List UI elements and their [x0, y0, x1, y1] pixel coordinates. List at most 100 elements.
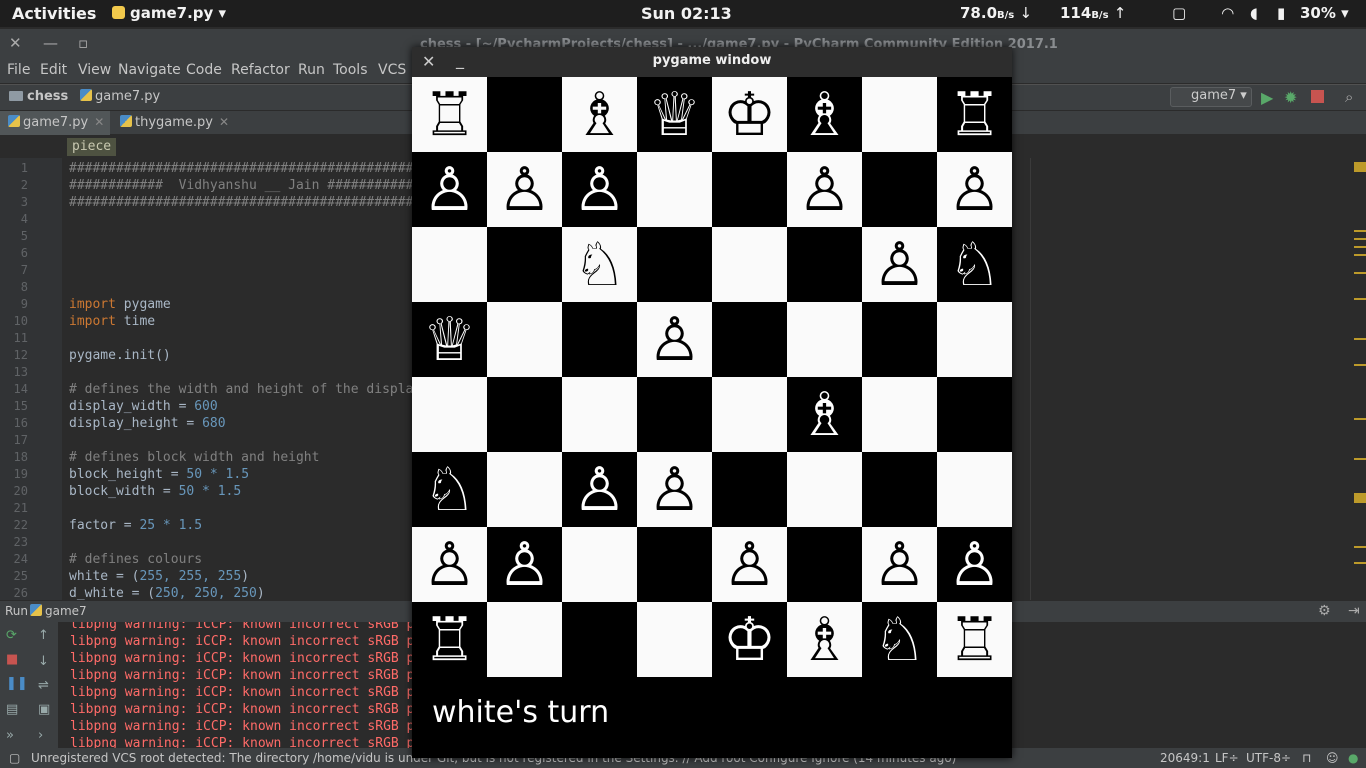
activities-button[interactable]: Activities [12, 4, 96, 23]
board-square[interactable]: ♙ [862, 227, 937, 302]
bishop-piece-icon[interactable]: ♗ [798, 85, 852, 145]
board-square[interactable] [862, 302, 937, 377]
run-icon[interactable]: ▶ [1261, 88, 1273, 107]
board-square[interactable]: ♕ [412, 302, 487, 377]
board-square[interactable] [712, 152, 787, 227]
board-square[interactable] [712, 302, 787, 377]
board-square[interactable]: ♙ [787, 152, 862, 227]
board-square[interactable]: ♙ [862, 527, 937, 602]
board-square[interactable] [562, 377, 637, 452]
rook-piece-icon[interactable]: ♖ [948, 85, 1002, 145]
volume-icon[interactable]: ◖ [1250, 4, 1258, 22]
editor-scrollbar[interactable] [1351, 158, 1366, 600]
pygame-window[interactable]: ✕ _ pygame window ♖ ♗ ♕ ♔ ♗ ♖ ♙ ♙ ♙ ♙ ♙ ♘ ♙ ♘ ♕ ♙ ♗ ♘ ♙ ♙ ♙ ♙… [412, 47, 1012, 758]
inspector-icon[interactable]: ☺ [1326, 751, 1339, 765]
board-square[interactable] [862, 452, 937, 527]
board-square[interactable]: ♙ [637, 452, 712, 527]
bishop-piece-icon[interactable]: ♗ [573, 85, 627, 145]
board-square[interactable] [637, 602, 712, 677]
stop-icon[interactable] [1311, 90, 1324, 103]
battery-percent[interactable]: 30% ▾ [1300, 4, 1349, 22]
layout-icon[interactable]: ▤ [6, 702, 18, 717]
menu-edit[interactable]: Edit [40, 62, 67, 78]
caret-position[interactable]: 20649:1 [1160, 751, 1210, 765]
menu-navigate[interactable]: Navigate [118, 62, 181, 78]
file-encoding[interactable]: UTF-8÷ [1246, 751, 1291, 765]
board-square[interactable]: ♕ [637, 77, 712, 152]
breadcrumb-project[interactable]: chess [9, 89, 68, 104]
board-square[interactable]: ♖ [412, 77, 487, 152]
board-square[interactable]: ♗ [787, 602, 862, 677]
board-square[interactable]: ♙ [412, 527, 487, 602]
pawn-piece-icon[interactable]: ♙ [798, 160, 852, 220]
close-icon[interactable]: ✕ [9, 34, 22, 52]
wifi-icon[interactable]: ◠ [1222, 4, 1234, 22]
run-configuration-select[interactable]: game7 ▾ [1170, 87, 1252, 107]
close-tab-icon[interactable]: ✕ [94, 115, 104, 129]
queen-piece-icon[interactable]: ♕ [423, 310, 477, 370]
tab-game7[interactable]: game7.py ✕ [0, 111, 111, 135]
board-square[interactable] [787, 227, 862, 302]
board-square[interactable] [937, 452, 1012, 527]
lock-icon[interactable]: ⊓ [1302, 751, 1311, 765]
menu-run[interactable]: Run [298, 62, 325, 78]
board-square[interactable]: ♔ [712, 77, 787, 152]
pawn-piece-icon[interactable]: ♙ [423, 535, 477, 595]
code-breadcrumb-piece[interactable]: piece [67, 138, 117, 156]
board-square[interactable]: ♗ [562, 77, 637, 152]
soft-wrap-icon[interactable]: ⇌ [38, 678, 49, 693]
board-square[interactable] [862, 377, 937, 452]
board-square[interactable] [637, 527, 712, 602]
clock[interactable]: Sun 02:13 [641, 4, 732, 23]
pawn-piece-icon[interactable]: ♙ [948, 535, 1002, 595]
rook-piece-icon[interactable]: ♖ [948, 610, 1002, 670]
app-menu[interactable]: game7.py ▾ [112, 4, 226, 22]
board-square[interactable] [562, 602, 637, 677]
board-square[interactable]: ♙ [487, 152, 562, 227]
board-square[interactable]: ♖ [937, 602, 1012, 677]
board-square[interactable] [637, 227, 712, 302]
board-square[interactable] [487, 452, 562, 527]
pawn-piece-icon[interactable]: ♙ [498, 160, 552, 220]
board-square[interactable] [487, 302, 562, 377]
battery-icon[interactable]: ▮ [1277, 4, 1285, 22]
board-square[interactable] [787, 527, 862, 602]
print-icon[interactable]: › [38, 728, 43, 743]
tab-thygame[interactable]: thygame.py ✕ [112, 111, 235, 135]
line-separator[interactable]: LF÷ [1215, 751, 1239, 765]
bishop-piece-icon[interactable]: ♗ [798, 385, 852, 445]
board-square[interactable] [487, 377, 562, 452]
menu-view[interactable]: View [78, 62, 111, 78]
minimize-icon[interactable]: _ [456, 50, 464, 69]
scroll-down-icon[interactable]: ↓ [38, 654, 49, 669]
knight-piece-icon[interactable]: ♘ [873, 610, 927, 670]
board-square[interactable]: ♖ [412, 602, 487, 677]
maximize-icon[interactable]: ▫ [78, 34, 88, 52]
board-square[interactable]: ♙ [562, 452, 637, 527]
menu-file[interactable]: File [7, 62, 30, 78]
run-panel-target[interactable]: game7 [30, 604, 87, 618]
rook-piece-icon[interactable]: ♖ [423, 610, 477, 670]
board-square[interactable]: ♔ [712, 602, 787, 677]
clipboard-icon[interactable]: ▢ [1172, 4, 1186, 22]
close-tab-icon[interactable]: ✕ [219, 115, 229, 129]
board-square[interactable] [712, 377, 787, 452]
pawn-piece-icon[interactable]: ♙ [723, 535, 777, 595]
rook-piece-icon[interactable]: ♖ [423, 85, 477, 145]
knight-piece-icon[interactable]: ♘ [573, 235, 627, 295]
board-square[interactable] [712, 227, 787, 302]
board-square[interactable]: ♙ [712, 527, 787, 602]
board-square[interactable]: ♗ [787, 377, 862, 452]
board-square[interactable]: ♘ [562, 227, 637, 302]
board-square[interactable] [487, 77, 562, 152]
scroll-up-icon[interactable]: ↑ [38, 628, 49, 643]
menu-tools[interactable]: Tools [333, 62, 368, 78]
more-icon[interactable]: » [6, 728, 14, 743]
board-square[interactable] [937, 302, 1012, 377]
board-square[interactable]: ♙ [937, 152, 1012, 227]
pause-icon[interactable]: ❚❚ [6, 676, 28, 691]
rerun-icon[interactable]: ⟳ [6, 628, 17, 643]
pawn-piece-icon[interactable]: ♙ [648, 310, 702, 370]
bishop-piece-icon[interactable]: ♗ [798, 610, 852, 670]
board-square[interactable] [937, 377, 1012, 452]
